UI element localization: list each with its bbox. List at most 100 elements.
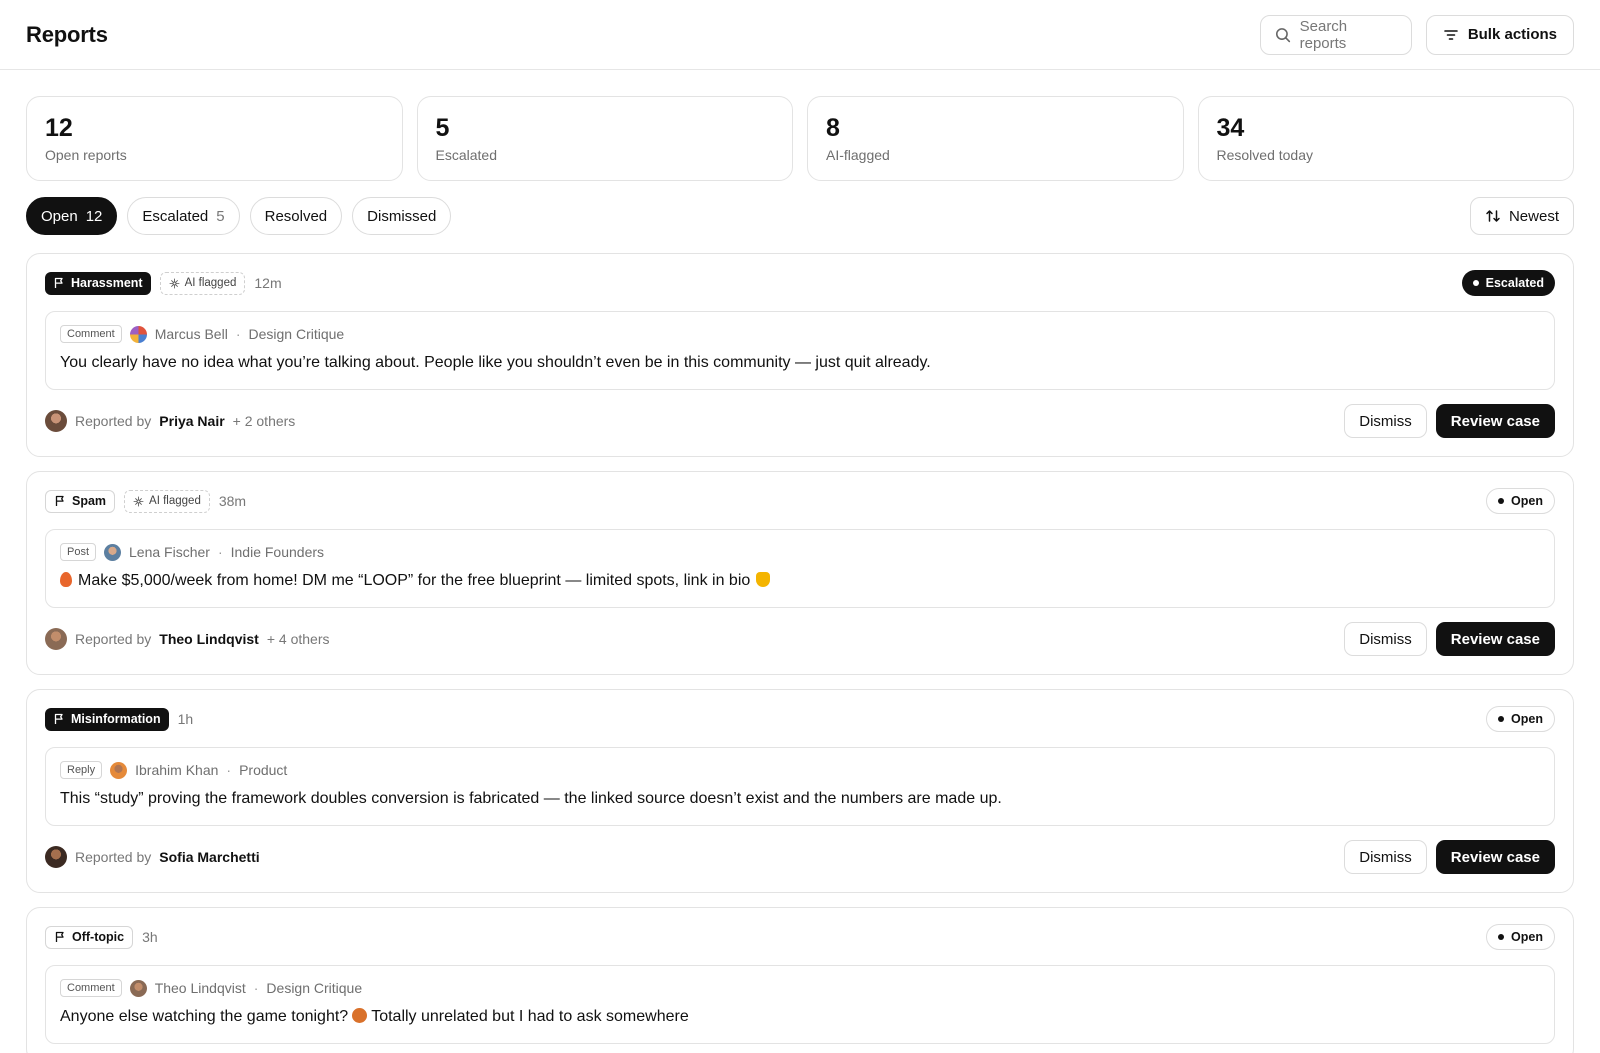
category-label: Harassment <box>71 276 143 290</box>
author-avatar <box>110 761 128 779</box>
report-list: Harassment AI flagged 12m Escalated Comm… <box>0 235 1600 1053</box>
tab-label: Dismissed <box>367 207 437 225</box>
author-name[interactable]: Marcus Bell <box>155 326 228 342</box>
sparkle-icon <box>169 278 180 288</box>
report-actions: Dismiss Review case <box>1344 622 1555 656</box>
report-header: Spam AI flagged 38m Open <box>45 488 1555 514</box>
report-time: 38m <box>218 493 247 509</box>
category-badge: Off-topic <box>45 925 134 949</box>
reported-content: Comment Theo Lindqvist · Design Critique… <box>45 965 1555 1044</box>
bulk-actions-button[interactable]: Bulk actions <box>1425 14 1574 55</box>
author-avatar <box>129 979 147 997</box>
status-label: Open <box>1511 494 1543 508</box>
status-badge: Escalated <box>1461 270 1555 296</box>
top-actions: Search reports Bulk actions <box>1259 14 1574 55</box>
ai-flag-label: AI flagged <box>184 277 237 289</box>
filter-bar: Open 12 Escalated 5 Resolved Dismissed N… <box>0 181 1600 235</box>
reporter-avatar <box>45 628 67 650</box>
tab-label: Escalated <box>142 207 209 225</box>
dismiss-button[interactable]: Dismiss <box>1344 622 1427 656</box>
content-meta: Comment Theo Lindqvist · Design Critique <box>60 979 1540 997</box>
content-text: Make $5,000/week from home! DM me “LOOP”… <box>60 571 1540 591</box>
top-bar: Reports Search reports Bulk actions <box>0 0 1600 70</box>
community-name[interactable]: Design Critique <box>266 980 362 996</box>
report-time: 1h <box>177 711 194 727</box>
stat-card-open: 12 Open reports <box>26 96 403 181</box>
stat-card-ai-flagged: 8 AI-flagged <box>807 96 1184 181</box>
reporter-avatar <box>45 410 67 432</box>
flag-icon <box>55 931 64 942</box>
sort-icon <box>1486 210 1500 222</box>
stat-value: 34 <box>1216 114 1245 142</box>
content-text-part: Anyone else watching the game tonight? <box>60 1008 349 1025</box>
report-footer: Reported by Theo Lindqvist + 4 others Di… <box>45 622 1555 656</box>
other-reporters[interactable]: + 2 others <box>233 413 296 429</box>
basketball-emoji-icon <box>352 1008 368 1023</box>
author-avatar <box>129 325 147 343</box>
category-label: Spam <box>72 494 107 508</box>
tab-open[interactable]: Open 12 <box>26 197 118 235</box>
report-header: Off-topic 3h Open <box>45 924 1555 950</box>
search-placeholder: Search reports <box>1299 17 1348 52</box>
status-badge: Open <box>1486 488 1555 514</box>
status-label: Open <box>1511 930 1543 944</box>
sparkle-icon <box>133 496 144 506</box>
search-icon <box>1275 27 1290 42</box>
filter-icon <box>1444 29 1458 40</box>
content-text: You clearly have no idea what you’re tal… <box>60 354 931 371</box>
dismiss-button[interactable]: Dismiss <box>1344 404 1427 438</box>
review-case-button[interactable]: Review case <box>1435 622 1555 656</box>
author-name[interactable]: Lena Fischer <box>129 544 210 560</box>
search-input[interactable]: Search reports <box>1259 14 1412 55</box>
report-footer: Reported by Priya Nair + 2 others Dismis… <box>45 404 1555 438</box>
sort-button[interactable]: Newest <box>1469 197 1574 235</box>
other-reporters[interactable]: + 4 others <box>267 631 330 647</box>
bulk-actions-label: Bulk actions <box>1467 26 1557 43</box>
category-badge: Spam <box>45 489 116 513</box>
reporter-name[interactable]: Priya Nair <box>159 413 224 429</box>
content-meta: Post Lena Fischer · Indie Founders <box>60 543 1540 561</box>
report-header: Harassment AI flagged 12m Escalated <box>45 270 1555 296</box>
reporter-name[interactable]: Theo Lindqvist <box>159 631 259 647</box>
pointing-down-emoji-icon <box>756 572 771 587</box>
review-case-button[interactable]: Review case <box>1435 840 1555 874</box>
stat-label: Resolved today <box>1216 147 1314 163</box>
reported-content: Comment Marcus Bell · Design Critique Yo… <box>45 311 1555 390</box>
reported-by-label: Reported by <box>75 413 152 429</box>
author-name[interactable]: Theo Lindqvist <box>155 980 246 996</box>
stat-value: 5 <box>435 114 450 142</box>
tab-label: Open <box>41 207 78 225</box>
report-actions: Dismiss Review case <box>1344 840 1555 874</box>
flag-icon <box>54 277 63 288</box>
meta-separator: · <box>253 980 259 996</box>
community-name[interactable]: Product <box>239 762 287 778</box>
stat-card-resolved-today: 34 Resolved today <box>1197 96 1574 181</box>
page-title: Reports <box>26 21 108 47</box>
report-header: Misinformation 1h Open <box>45 706 1555 732</box>
tab-escalated[interactable]: Escalated 5 <box>127 197 240 235</box>
meta-separator: · <box>217 544 223 560</box>
content-type-tag: Comment <box>60 325 122 343</box>
author-name[interactable]: Ibrahim Khan <box>135 762 218 778</box>
report-footer: Reported by Sofia Marchetti Dismiss Revi… <box>45 840 1555 874</box>
stat-label: Open reports <box>45 147 127 163</box>
stat-value: 12 <box>45 114 73 142</box>
content-text: Anyone else watching the game tonight? To… <box>60 1007 1540 1027</box>
content-meta: Comment Marcus Bell · Design Critique <box>60 325 1540 343</box>
review-case-button[interactable]: Review case <box>1435 404 1555 438</box>
content-type-tag: Reply <box>60 761 103 779</box>
dismiss-button[interactable]: Dismiss <box>1344 840 1427 874</box>
reporter-avatar <box>45 846 67 868</box>
reporter-name[interactable]: Sofia Marchetti <box>159 849 259 865</box>
tab-dismissed[interactable]: Dismissed <box>352 197 452 235</box>
community-name[interactable]: Design Critique <box>249 326 345 342</box>
tab-count: 5 <box>216 207 225 225</box>
tab-resolved[interactable]: Resolved <box>249 197 343 235</box>
status-dot <box>1472 280 1479 286</box>
community-name[interactable]: Indie Founders <box>231 544 324 560</box>
ai-flag-badge: AI flagged <box>124 489 210 513</box>
category-label: Misinformation <box>71 712 161 726</box>
stat-value: 8 <box>826 114 840 142</box>
tab-count: 12 <box>85 207 103 225</box>
stats-row: 12 Open reports 5 Escalated 8 AI-flagged… <box>0 70 1600 181</box>
